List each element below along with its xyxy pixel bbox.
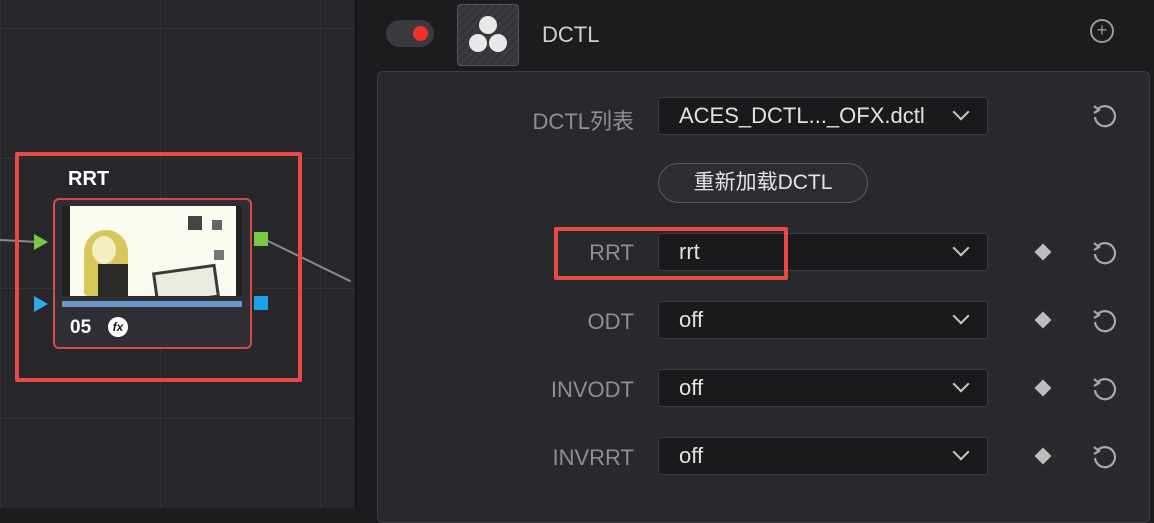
reset-icon[interactable] xyxy=(1091,101,1119,129)
chevron-down-icon xyxy=(952,443,970,461)
dctl-params-card: DCTL列表 ACES_DCTL..._OFX.dctl 重新加载DCTL RR… xyxy=(377,71,1150,523)
odt-dropdown[interactable]: off xyxy=(658,301,988,339)
reload-dctl-button[interactable]: 重新加载DCTL xyxy=(658,163,868,203)
node-progress-bar xyxy=(62,301,242,307)
node-rgb-input-port[interactable] xyxy=(34,234,48,250)
effect-enable-toggle[interactable] xyxy=(386,20,434,47)
add-keyframe-icon[interactable]: + xyxy=(1090,19,1114,43)
node-key-output-port[interactable] xyxy=(254,296,268,310)
reset-icon[interactable] xyxy=(1091,238,1119,266)
chevron-down-icon xyxy=(952,307,970,325)
node-key-input-port[interactable] xyxy=(34,296,48,312)
chevron-down-icon xyxy=(952,375,970,393)
invrrt-dropdown[interactable]: off xyxy=(658,437,988,475)
dctl-list-dropdown[interactable]: ACES_DCTL..._OFX.dctl xyxy=(658,97,988,135)
rrt-highlight-box xyxy=(554,227,788,280)
reset-icon[interactable] xyxy=(1091,442,1119,470)
plugin-name: DCTL xyxy=(542,22,600,47)
invodt-value: off xyxy=(679,375,704,400)
fx-icon: fx xyxy=(108,317,128,337)
node-rgb-output-port[interactable] xyxy=(254,232,268,246)
color-node[interactable]: 05 fx xyxy=(53,198,252,349)
node-number: 05 xyxy=(70,317,92,338)
toggle-indicator-dot xyxy=(413,26,428,41)
keyframe-diamond-icon[interactable] xyxy=(1034,243,1052,261)
node-thumbnail xyxy=(62,206,242,296)
node-title: RRT xyxy=(68,168,110,190)
dctl-list-label: DCTL列表 xyxy=(532,109,634,134)
dctl-list-value: ACES_DCTL..._OFX.dctl xyxy=(679,103,925,128)
node-graph[interactable]: RRT 05 fx xyxy=(0,0,355,508)
param-label-invodt: INVODT xyxy=(550,377,634,402)
keyframe-diamond-icon[interactable] xyxy=(1034,311,1052,329)
keyframe-diamond-icon[interactable] xyxy=(1034,379,1052,397)
effects-inspector: DCTL + DCTL列表 ACES_DCTL..._OFX.dctl 重新加载… xyxy=(357,0,1154,523)
reset-icon[interactable] xyxy=(1091,306,1119,334)
reset-icon[interactable] xyxy=(1091,374,1119,402)
chevron-down-icon xyxy=(952,103,970,121)
odt-value: off xyxy=(679,307,704,332)
invodt-dropdown[interactable]: off xyxy=(658,369,988,407)
invrrt-value: off xyxy=(679,443,704,468)
keyframe-diamond-icon[interactable] xyxy=(1034,447,1052,465)
chevron-down-icon xyxy=(952,239,970,257)
param-label-invrrt: INVRRT xyxy=(552,445,635,470)
param-label-odt: ODT xyxy=(587,309,634,334)
resolve-logo-icon xyxy=(457,4,519,66)
